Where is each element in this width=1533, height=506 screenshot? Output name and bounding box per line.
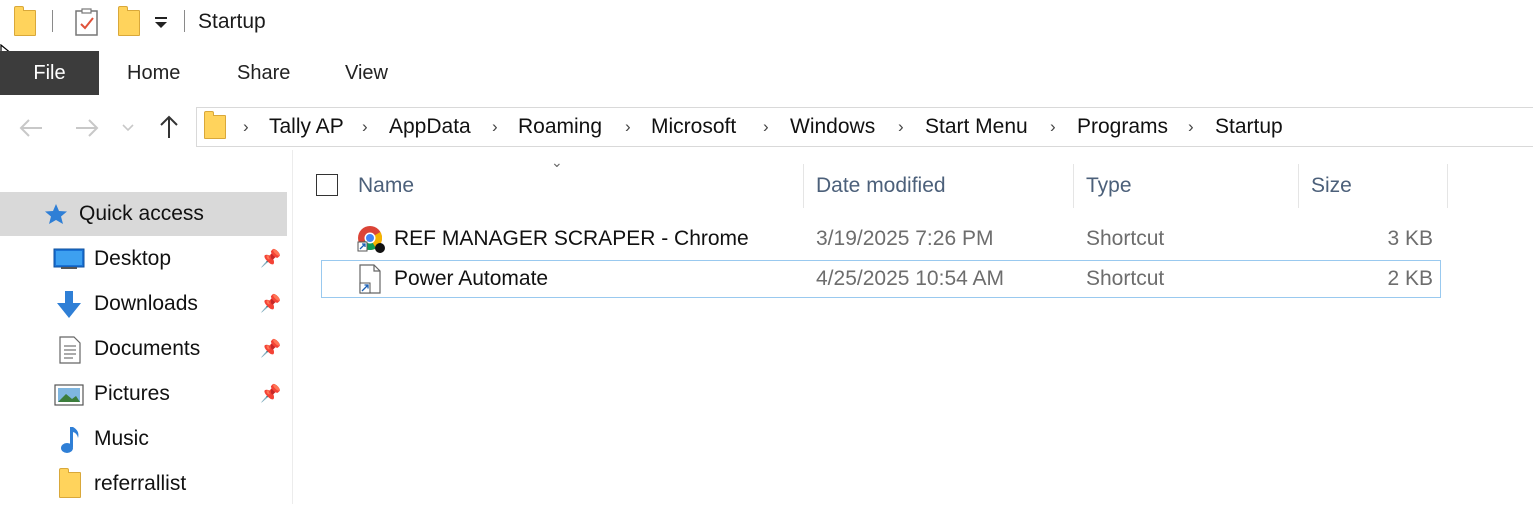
sidebar-item-desktop[interactable]: Desktop 📌 (0, 237, 287, 281)
navigation-pane: Quick access Desktop 📌 Downloads 📌 Docum… (0, 150, 292, 504)
column-header-name[interactable]: Name (358, 164, 414, 208)
sidebar-item-pictures[interactable]: Pictures 📌 (0, 372, 287, 416)
file-date-modified: 4/25/2025 10:54 AM (816, 267, 1004, 290)
sidebar-item-label: Documents (94, 337, 201, 360)
toolbar-separator (184, 10, 185, 32)
sidebar-item-quick-access[interactable]: Quick access (0, 192, 287, 236)
chevron-right-icon[interactable]: › (362, 108, 368, 146)
sidebar-item-label: Downloads (94, 292, 198, 315)
pane-divider (292, 150, 293, 504)
breadcrumb-microsoft[interactable]: Microsoft (651, 108, 736, 146)
column-divider[interactable] (803, 164, 804, 208)
breadcrumb-appdata[interactable]: AppData (389, 108, 471, 146)
new-folder-icon[interactable] (118, 6, 140, 36)
sidebar-item-label: Music (94, 427, 149, 450)
breadcrumb-tally-ap[interactable]: Tally AP (269, 108, 344, 146)
sort-chevron-icon: ⌄ (551, 154, 563, 170)
sidebar-item-label: Quick access (79, 202, 204, 225)
quick-access-toolbar: Startup (0, 0, 1533, 46)
chrome-shortcut-icon (357, 226, 385, 253)
sidebar-item-referrallist[interactable]: referrallist (0, 462, 287, 506)
breadcrumb-startup[interactable]: Startup (1215, 108, 1283, 146)
tab-view[interactable]: View (345, 51, 388, 95)
pin-icon[interactable]: 📌 (260, 282, 281, 326)
column-divider[interactable] (1073, 164, 1074, 208)
folder-icon[interactable] (14, 6, 36, 36)
music-note-icon (61, 427, 79, 453)
chevron-right-icon[interactable]: › (1050, 108, 1056, 146)
chevron-right-icon[interactable]: › (763, 108, 769, 146)
tab-home[interactable]: Home (127, 51, 180, 95)
up-arrow-icon[interactable] (158, 114, 180, 140)
sidebar-item-documents[interactable]: Documents 📌 (0, 327, 287, 371)
toolbar-separator (52, 10, 53, 32)
star-icon (45, 204, 67, 224)
folder-icon (59, 468, 81, 498)
chevron-right-icon[interactable]: › (1188, 108, 1194, 146)
back-arrow-icon[interactable] (18, 117, 44, 139)
chevron-right-icon[interactable]: › (243, 108, 249, 146)
column-header-date-modified[interactable]: Date modified (816, 164, 946, 208)
shortcut-file-icon (359, 264, 381, 294)
breadcrumb-programs[interactable]: Programs (1077, 108, 1168, 146)
breadcrumb-windows[interactable]: Windows (790, 108, 875, 146)
column-divider[interactable] (1298, 164, 1299, 208)
file-type: Shortcut (1086, 267, 1165, 290)
ribbon-tabs: File Home Share View (0, 51, 1533, 95)
column-header-size[interactable]: Size (1311, 164, 1352, 208)
window-title: Startup (198, 10, 266, 33)
breadcrumb-start-menu[interactable]: Start Menu (925, 108, 1028, 146)
tab-share[interactable]: Share (237, 51, 290, 95)
desktop-icon (53, 248, 85, 269)
file-size: 2 KB (1387, 267, 1433, 290)
pin-icon[interactable]: 📌 (260, 372, 281, 416)
pictures-icon (54, 384, 84, 406)
sidebar-item-label: Pictures (94, 382, 170, 405)
breadcrumb-roaming[interactable]: Roaming (518, 108, 602, 146)
sidebar-item-label: Desktop (94, 247, 172, 270)
sidebar-item-downloads[interactable]: Downloads 📌 (0, 282, 287, 326)
address-bar[interactable]: › Tally AP › AppData › Roaming › Microso… (196, 107, 1533, 147)
folder-icon (204, 111, 226, 139)
pin-icon[interactable]: 📌 (260, 237, 281, 281)
sidebar-item-label: referrallist (94, 472, 187, 495)
recent-locations-chevron-icon[interactable] (121, 123, 135, 133)
customize-toolbar-dropdown-icon[interactable] (154, 16, 168, 30)
file-name: REF MANAGER SCRAPER - Chrome (394, 227, 749, 250)
column-divider[interactable] (1447, 164, 1448, 208)
column-header-type[interactable]: Type (1086, 164, 1132, 208)
properties-checkmark-icon[interactable] (75, 8, 99, 36)
sidebar-item-music[interactable]: Music (0, 417, 287, 461)
file-row[interactable]: REF MANAGER SCRAPER - Chrome 3/19/2025 7… (321, 221, 1441, 259)
download-arrow-icon (57, 291, 81, 318)
chevron-right-icon[interactable]: › (898, 108, 904, 146)
file-date-modified: 3/19/2025 7:26 PM (816, 227, 994, 250)
select-all-checkbox[interactable] (316, 174, 338, 196)
file-size: 3 KB (1387, 227, 1433, 250)
forward-arrow-icon[interactable] (74, 117, 100, 139)
file-type: Shortcut (1086, 227, 1165, 250)
chevron-right-icon[interactable]: › (625, 108, 631, 146)
chevron-right-icon[interactable]: › (492, 108, 498, 146)
file-row[interactable]: Power Automate 4/25/2025 10:54 AM Shortc… (321, 260, 1441, 298)
pin-icon[interactable]: 📌 (260, 327, 281, 371)
document-icon (59, 336, 81, 364)
file-name: Power Automate (394, 267, 549, 290)
tab-file[interactable]: File (0, 51, 99, 95)
